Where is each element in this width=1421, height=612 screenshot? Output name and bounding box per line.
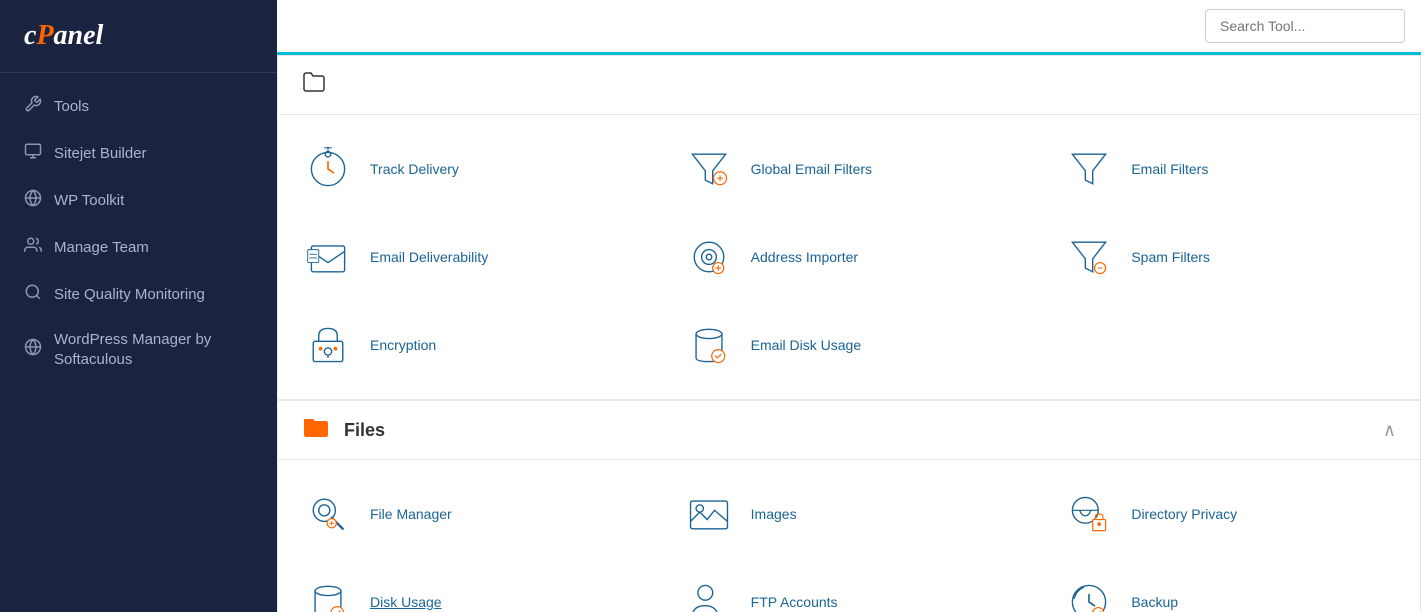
- files-collapse-toggle[interactable]: ∧: [1383, 420, 1396, 441]
- email-disk-usage-icon: [683, 319, 735, 371]
- images-icon: [683, 488, 735, 540]
- wordpress2-icon: [24, 338, 42, 361]
- directory-privacy-icon: [1063, 488, 1115, 540]
- tool-encryption-label: Encryption: [370, 337, 436, 353]
- tool-address-importer-label: Address Importer: [751, 249, 858, 265]
- sidebar-item-manage-team-label: Manage Team: [54, 238, 149, 258]
- sidebar-item-wp-manager-label: WordPress Manager by Softaculous: [54, 330, 253, 369]
- tool-backup[interactable]: Backup: [1039, 558, 1420, 612]
- file-manager-icon: [302, 488, 354, 540]
- sidebar-item-tools[interactable]: Tools: [0, 83, 277, 130]
- tool-ftp-accounts[interactable]: FTP FTP Accounts: [659, 558, 1040, 612]
- tool-email-filters[interactable]: Email Filters: [1039, 125, 1420, 213]
- search-input[interactable]: [1205, 9, 1405, 43]
- tool-spam-filters-label: Spam Filters: [1131, 249, 1210, 265]
- email-section-header[interactable]: [278, 56, 1420, 115]
- spam-filters-icon: [1063, 231, 1115, 283]
- tool-track-delivery[interactable]: Track Delivery: [278, 125, 659, 213]
- track-delivery-icon: [302, 143, 354, 195]
- sidebar-item-site-quality-label: Site Quality Monitoring: [54, 285, 205, 305]
- files-section-title: Files: [344, 420, 385, 441]
- tool-images-label: Images: [751, 506, 797, 522]
- sidebar-item-sitejet-label: Sitejet Builder: [54, 144, 147, 164]
- sidebar-item-wp-toolkit-label: WP Toolkit: [54, 191, 124, 211]
- tool-backup-label: Backup: [1131, 594, 1178, 610]
- files-section: Files ∧: [277, 400, 1421, 612]
- sidebar-item-site-quality[interactable]: Site Quality Monitoring: [0, 271, 277, 318]
- monitor-icon: [24, 142, 42, 165]
- tool-disk-usage-label: Disk Usage: [370, 594, 442, 610]
- tool-file-manager[interactable]: File Manager: [278, 470, 659, 558]
- address-importer-icon: [683, 231, 735, 283]
- email-tools-grid: Track Delivery Global Email Filters: [278, 115, 1420, 399]
- encryption-icon: [302, 319, 354, 371]
- search-icon: [24, 283, 42, 306]
- email-filters-icon: [1063, 143, 1115, 195]
- disk-usage-icon: [302, 576, 354, 612]
- logo-area: cPanel: [0, 0, 277, 73]
- tool-global-email-filters[interactable]: Global Email Filters: [659, 125, 1040, 213]
- users-icon: [24, 236, 42, 259]
- main-content: Track Delivery Global Email Filters: [277, 0, 1421, 612]
- tool-encryption[interactable]: Encryption: [278, 301, 659, 389]
- tool-email-deliverability[interactable]: Email Deliverability: [278, 213, 659, 301]
- logo: cPanel: [24, 20, 253, 52]
- backup-icon: [1063, 576, 1115, 612]
- sidebar-item-tools-label: Tools: [54, 97, 89, 117]
- sidebar-item-wp-manager[interactable]: WordPress Manager by Softaculous: [0, 318, 277, 381]
- tool-email-disk-usage-label: Email Disk Usage: [751, 337, 861, 353]
- email-section: Track Delivery Global Email Filters: [277, 55, 1421, 400]
- sidebar-nav: Tools Sitejet Builder WP Toolkit: [0, 73, 277, 391]
- tool-directory-privacy-label: Directory Privacy: [1131, 506, 1237, 522]
- tool-directory-privacy[interactable]: Directory Privacy: [1039, 470, 1420, 558]
- email-folder-icon: [302, 70, 326, 100]
- email-deliverability-icon: [302, 231, 354, 283]
- tool-ftp-accounts-label: FTP Accounts: [751, 594, 838, 610]
- tool-disk-usage[interactable]: Disk Usage: [278, 558, 659, 612]
- tool-global-email-filters-label: Global Email Filters: [751, 161, 872, 177]
- tool-email-deliverability-label: Email Deliverability: [370, 249, 488, 265]
- sidebar-item-sitejet[interactable]: Sitejet Builder: [0, 130, 277, 177]
- tool-file-manager-label: File Manager: [370, 506, 452, 522]
- global-email-filters-icon: [683, 143, 735, 195]
- topbar: [277, 0, 1421, 55]
- tool-images[interactable]: Images: [659, 470, 1040, 558]
- wordpress-icon: [24, 189, 42, 212]
- content-area: Track Delivery Global Email Filters: [277, 55, 1421, 612]
- files-tools-grid: File Manager Images: [278, 460, 1420, 612]
- tool-email-filters-label: Email Filters: [1131, 161, 1208, 177]
- files-folder-icon: [302, 415, 330, 445]
- sidebar: cPanel Tools Sitejet Builder: [0, 0, 277, 612]
- files-title-row: Files: [302, 415, 385, 445]
- wrench-icon: [24, 95, 42, 118]
- tool-track-delivery-label: Track Delivery: [370, 161, 459, 177]
- tool-address-importer[interactable]: Address Importer: [659, 213, 1040, 301]
- sidebar-item-manage-team[interactable]: Manage Team: [0, 224, 277, 271]
- files-section-header[interactable]: Files ∧: [278, 401, 1420, 460]
- tool-email-disk-usage[interactable]: Email Disk Usage: [659, 301, 1040, 389]
- ftp-accounts-icon: FTP: [683, 576, 735, 612]
- email-title-row: [302, 70, 326, 100]
- sidebar-item-wp-toolkit[interactable]: WP Toolkit: [0, 177, 277, 224]
- tool-spam-filters[interactable]: Spam Filters: [1039, 213, 1420, 301]
